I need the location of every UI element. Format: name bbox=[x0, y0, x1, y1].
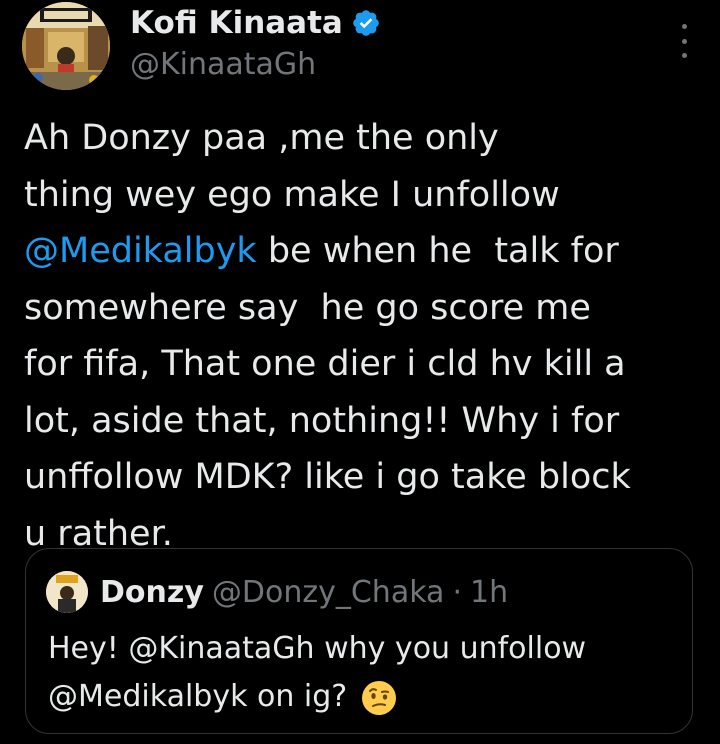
quoted-timestamp[interactable]: 1h bbox=[470, 575, 508, 610]
tweet-line: lot, aside that, nothing!! Why i for bbox=[24, 400, 620, 441]
tweet-line: Ah Donzy paa ,me the only bbox=[24, 118, 499, 158]
author-avatar[interactable] bbox=[22, 2, 110, 90]
more-options-icon[interactable] bbox=[674, 24, 694, 58]
quoted-text-segment: Hey! bbox=[48, 631, 119, 666]
quoted-author-avatar[interactable] bbox=[46, 571, 88, 613]
quoted-tweet-header: Donzy @Donzy_Chaka · 1h bbox=[46, 571, 508, 613]
tweet-line: thing wey ego make I unfollow bbox=[24, 174, 560, 215]
face-with-raised-eyebrow-icon bbox=[361, 680, 396, 715]
quoted-mention: @KinaataGh bbox=[128, 631, 315, 666]
tweet-text: Ah Donzy paa ,me the only thing wey ego … bbox=[24, 110, 700, 562]
tweet-line: somewhere say he go score me bbox=[24, 287, 591, 328]
verified-badge-icon bbox=[353, 10, 379, 36]
quoted-tweet-text: Hey! @KinaataGh why you unfollow @Medika… bbox=[48, 625, 668, 721]
quoted-mention: @Medikalbyk bbox=[48, 679, 248, 714]
mention-link[interactable]: @Medikalbyk bbox=[24, 231, 257, 271]
author-name[interactable]: Kofi Kinaata bbox=[130, 4, 343, 42]
quoted-tweet[interactable]: Donzy @Donzy_Chaka · 1h Hey! @KinaataGh … bbox=[25, 548, 693, 734]
tweet-line: be when he talk for bbox=[267, 231, 619, 271]
quoted-text-segment: why you unfollow bbox=[324, 631, 587, 666]
tweet-header: Kofi Kinaata @KinaataGh bbox=[22, 0, 702, 92]
tweet-line: unffollow MDK? like i go take block bbox=[24, 457, 631, 497]
quoted-text-segment: on ig? bbox=[257, 679, 348, 714]
author-handle[interactable]: @KinaataGh bbox=[130, 46, 316, 84]
tweet-line: for fifa, That one dier i cld hv kill a bbox=[24, 344, 626, 384]
quoted-author-name[interactable]: Donzy bbox=[100, 575, 204, 610]
separator-dot: · bbox=[452, 574, 462, 610]
quoted-author-handle[interactable]: @Donzy_Chaka bbox=[212, 575, 445, 610]
